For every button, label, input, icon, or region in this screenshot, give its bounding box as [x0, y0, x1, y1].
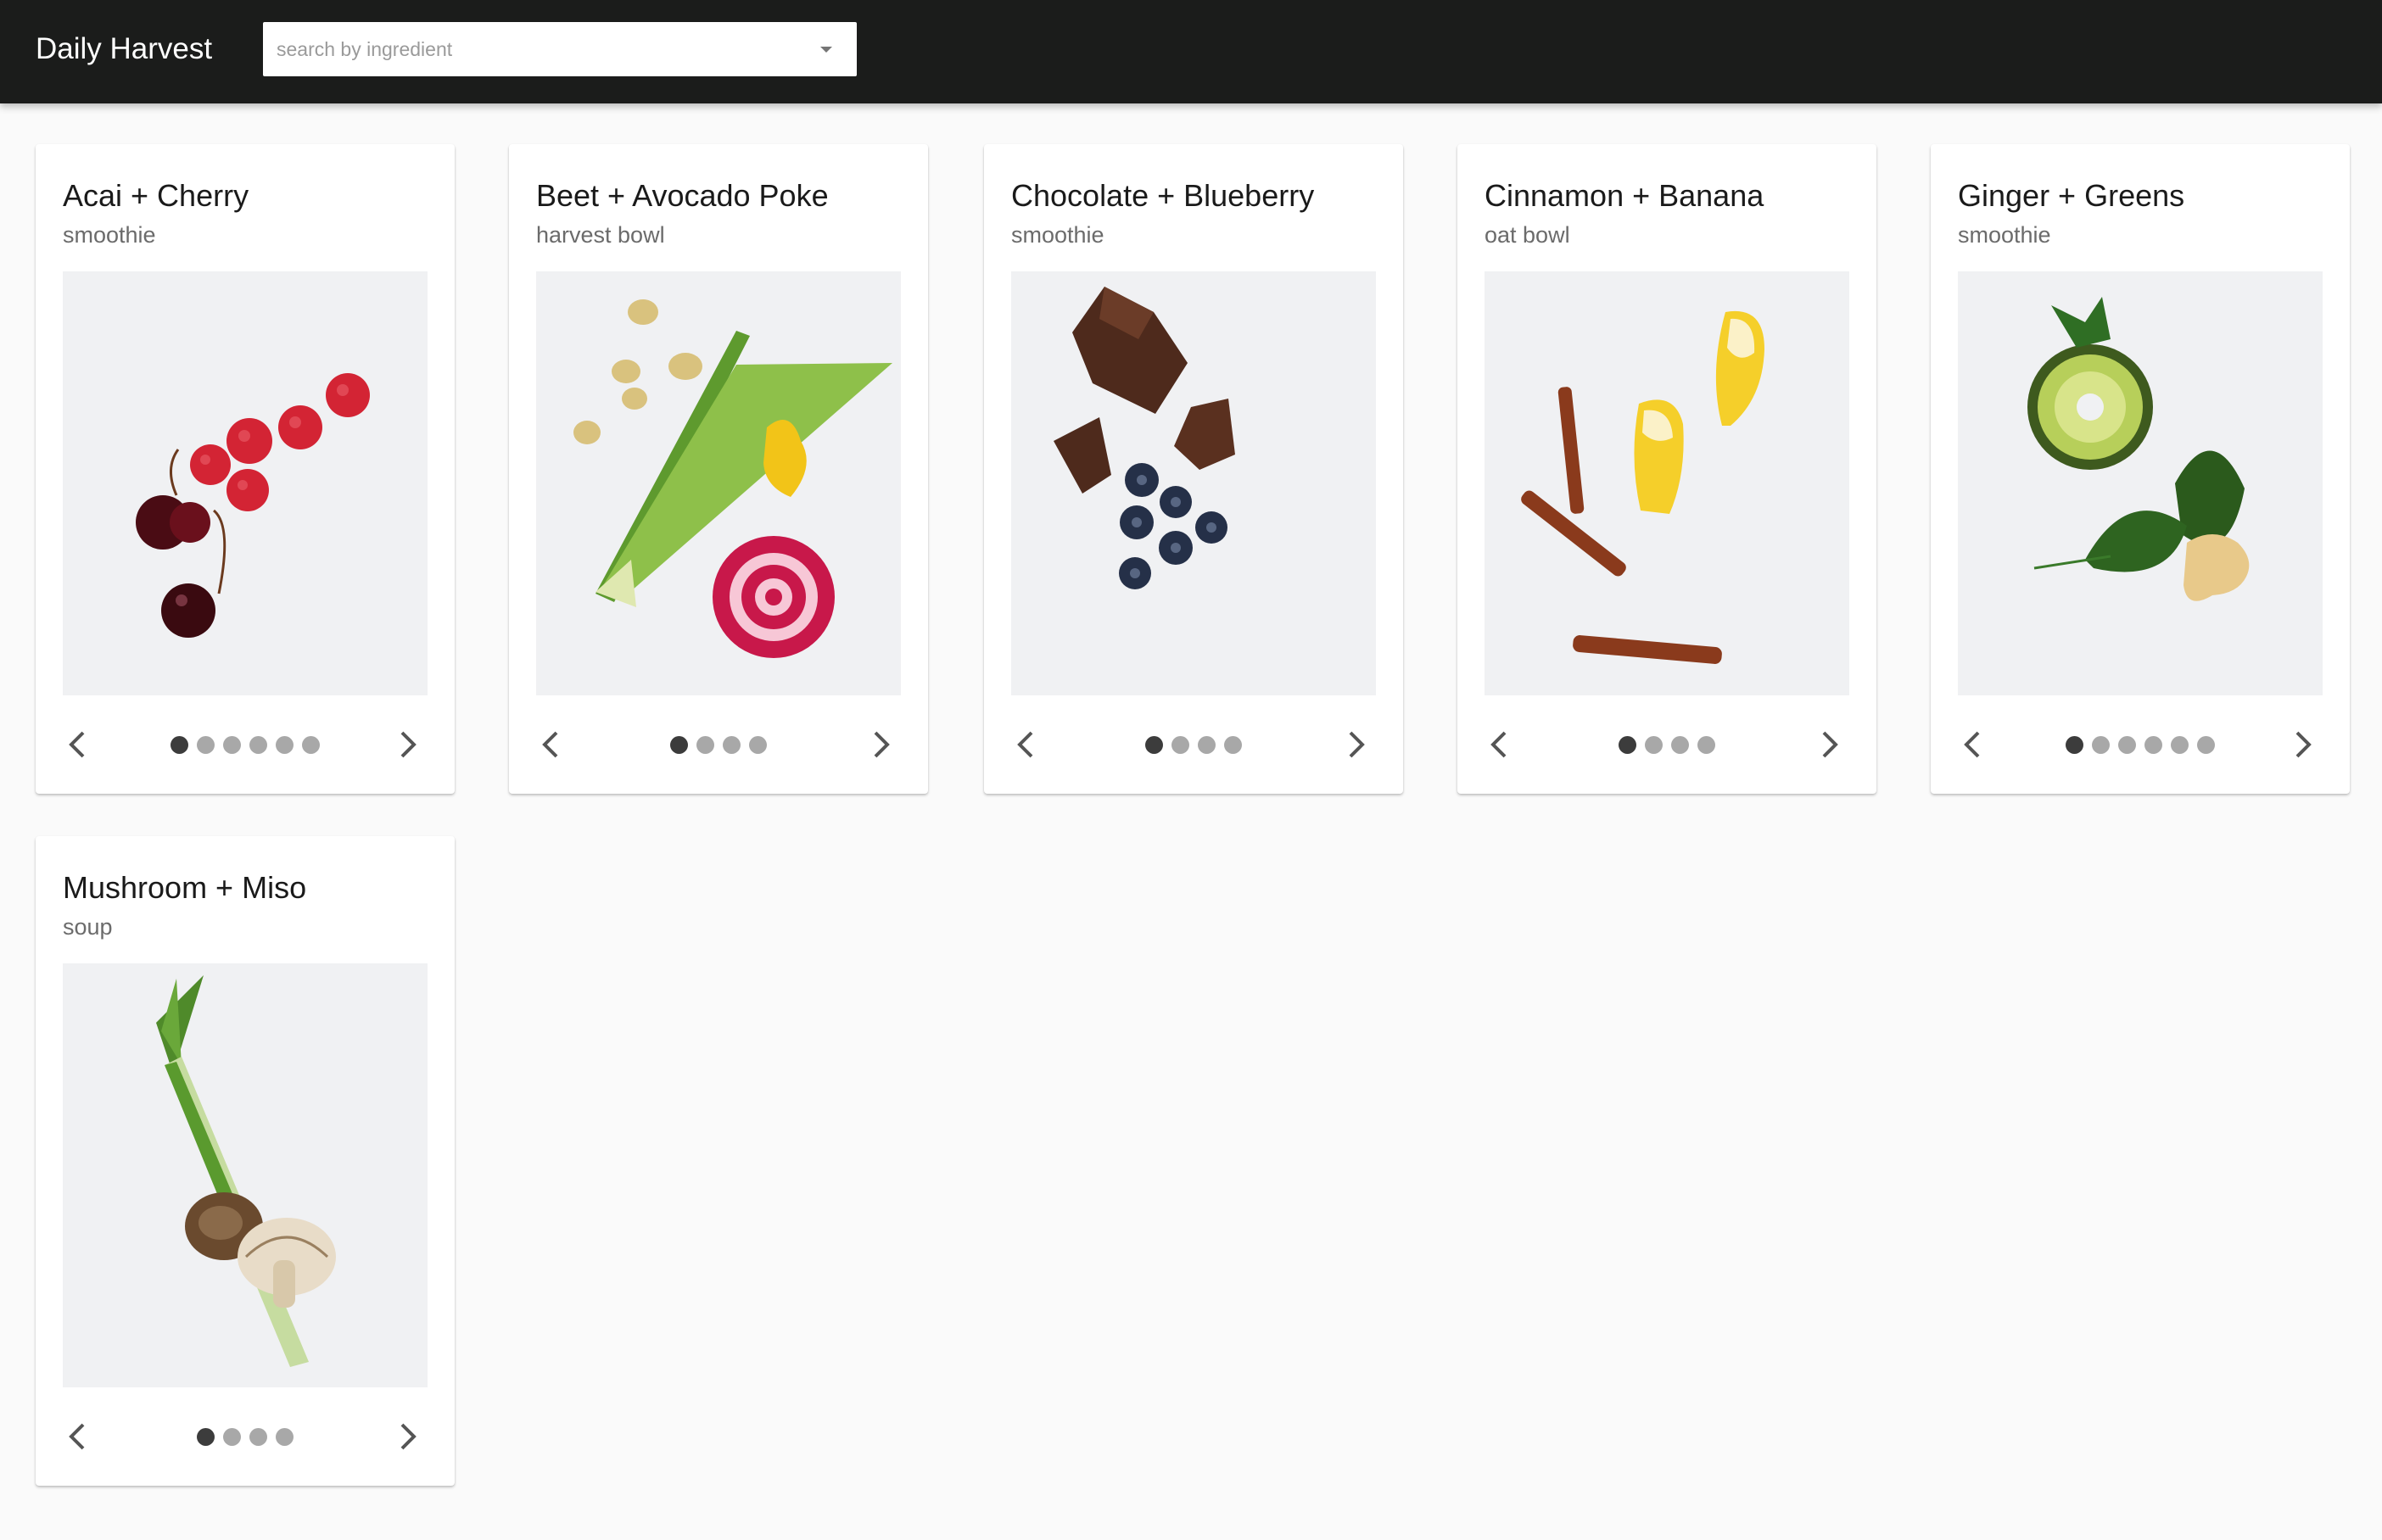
product-card[interactable]: Beet + Avocado Poke harvest bowl — [509, 144, 928, 794]
carousel-dot[interactable] — [249, 1428, 267, 1446]
product-card[interactable]: Mushroom + Miso soup — [36, 836, 455, 1486]
product-image — [536, 271, 901, 695]
ingredient-search-box[interactable] — [263, 22, 857, 76]
carousel-dot[interactable] — [1145, 736, 1163, 754]
carousel-dot[interactable] — [696, 736, 714, 754]
scallion-beet-ginger-image — [573, 299, 892, 658]
carousel-dot[interactable] — [302, 736, 320, 754]
product-image — [63, 963, 428, 1387]
caret-down-icon[interactable] — [814, 41, 838, 58]
product-card[interactable]: Cinnamon + Banana oat bowl — [1457, 144, 1876, 794]
carousel-dot[interactable] — [749, 736, 767, 754]
carousel-dot[interactable] — [276, 1428, 294, 1446]
carousel-dot[interactable] — [197, 1428, 215, 1446]
carousel-dot[interactable] — [2144, 736, 2162, 754]
chevron-right-icon[interactable] — [1339, 726, 1373, 763]
chevron-right-icon[interactable] — [2285, 726, 2319, 763]
cinnamon-banana-image — [1521, 310, 1764, 664]
carousel-dot[interactable] — [2066, 736, 2083, 754]
carousel-dot[interactable] — [1619, 736, 1636, 754]
shiitake-scallion-image — [156, 975, 336, 1367]
top-app-bar: Daily Harvest — [0, 0, 2382, 103]
product-category: smoothie — [1011, 222, 1104, 248]
carousel-dot[interactable] — [2118, 736, 2136, 754]
product-image — [1011, 271, 1376, 695]
product-title: Chocolate + Blueberry — [1011, 178, 1315, 213]
cherries-raspberries-image — [136, 373, 370, 638]
carousel-dot[interactable] — [1171, 736, 1189, 754]
chevron-right-icon[interactable] — [1812, 726, 1846, 763]
carousel-dot[interactable] — [1697, 736, 1715, 754]
chevron-right-icon[interactable] — [390, 1418, 424, 1455]
carousel-dot[interactable] — [249, 736, 267, 754]
product-title: Cinnamon + Banana — [1485, 178, 1764, 213]
chocolate-blueberries-image — [1054, 287, 1235, 589]
product-title: Beet + Avocado Poke — [536, 178, 829, 213]
carousel-dot[interactable] — [1645, 736, 1663, 754]
product-title: Ginger + Greens — [1958, 178, 2185, 213]
carousel-dot[interactable] — [223, 1428, 241, 1446]
product-card[interactable]: Chocolate + Blueberry smoothie — [984, 144, 1403, 794]
carousel-dot[interactable] — [171, 736, 188, 754]
carousel-dot[interactable] — [2092, 736, 2110, 754]
carousel-dot[interactable] — [1198, 736, 1216, 754]
product-card[interactable]: Acai + Cherry smoothie — [36, 144, 455, 794]
chevron-right-icon[interactable] — [390, 726, 424, 763]
product-card[interactable]: Ginger + Greens smoothie — [1931, 144, 2350, 794]
product-category: harvest bowl — [536, 222, 665, 248]
carousel-dot[interactable] — [197, 736, 215, 754]
product-image — [1958, 271, 2323, 695]
carousel-dot[interactable] — [223, 736, 241, 754]
ingredient-search-input[interactable] — [277, 22, 786, 76]
carousel-dot[interactable] — [670, 736, 688, 754]
avocado-spinach-ginger-image — [2027, 297, 2250, 601]
product-category: oat bowl — [1485, 222, 1570, 248]
product-title: Mushroom + Miso — [63, 870, 307, 905]
product-category: smoothie — [63, 222, 156, 248]
carousel-dot[interactable] — [2171, 736, 2189, 754]
product-category: soup — [63, 914, 113, 940]
app-title: Daily Harvest — [36, 32, 213, 65]
product-title: Acai + Cherry — [63, 178, 249, 213]
chevron-right-icon[interactable] — [864, 726, 897, 763]
carousel-dot[interactable] — [723, 736, 741, 754]
product-image — [63, 271, 428, 695]
carousel-dot[interactable] — [1671, 736, 1689, 754]
product-image — [1485, 271, 1849, 695]
product-category: smoothie — [1958, 222, 2051, 248]
carousel-dot[interactable] — [276, 736, 294, 754]
carousel-dot[interactable] — [1224, 736, 1242, 754]
carousel-dot[interactable] — [2197, 736, 2215, 754]
